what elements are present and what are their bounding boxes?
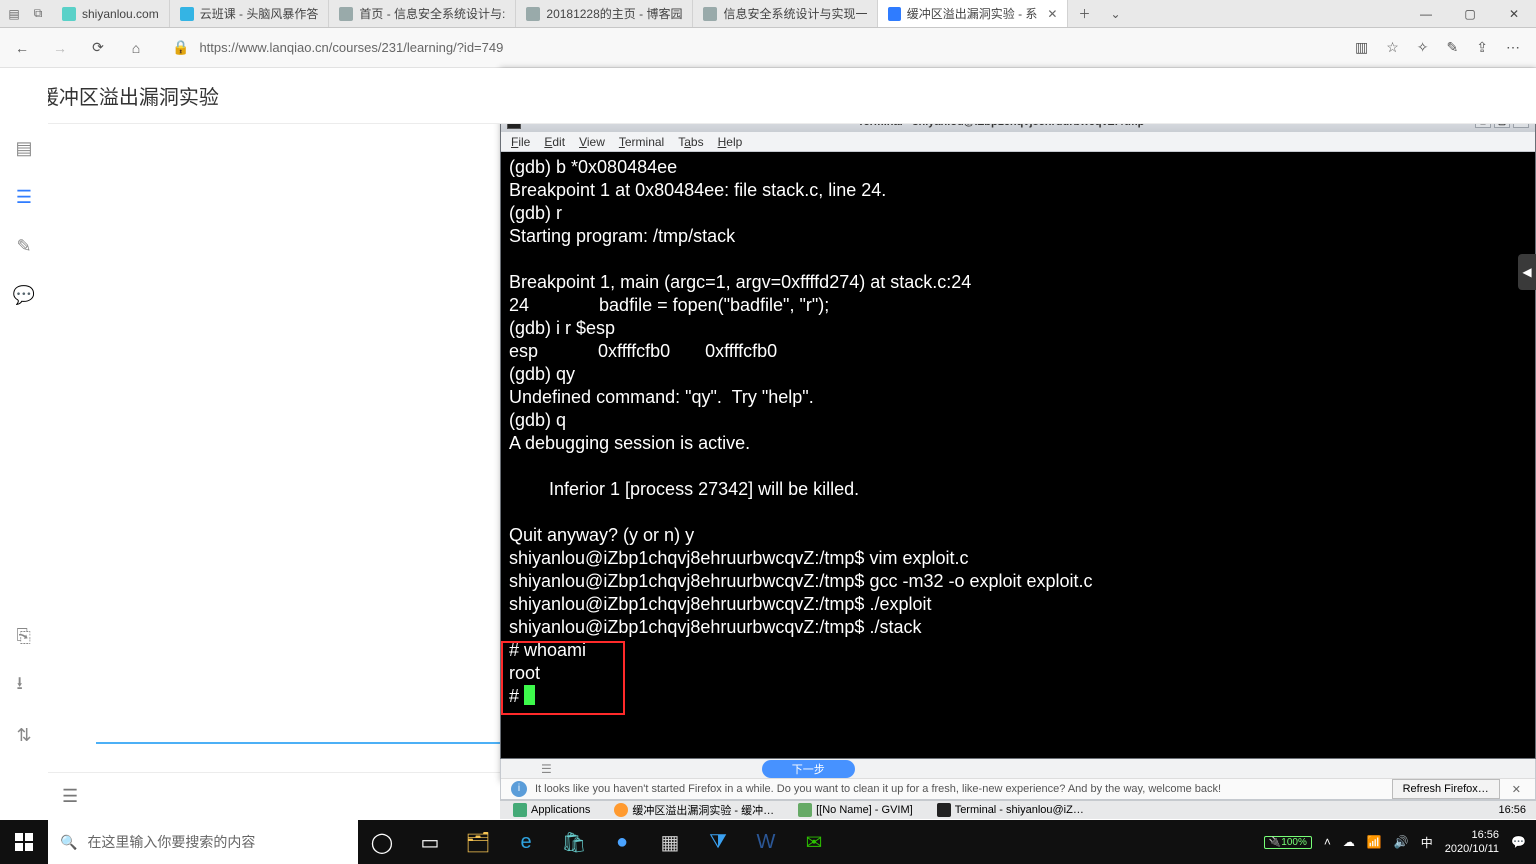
course-title: 缓冲区溢出漏洞实验 [39, 81, 219, 110]
applications-menu[interactable]: Applications [506, 802, 597, 818]
word-icon[interactable]: W [742, 820, 790, 864]
address-bar[interactable]: 🔒 https://www.lanqiao.cn/courses/231/lea… [162, 35, 1341, 60]
task-view-icon[interactable]: ◯ [358, 820, 406, 864]
terminal-body[interactable]: (gdb) b *0x080484ee Breakpoint 1 at 0x80… [501, 152, 1535, 758]
browser-tab[interactable]: shiyanlou.com [52, 0, 170, 27]
browser-tab[interactable]: 20181228的主页 - 博客园 [516, 0, 693, 27]
ime-indicator[interactable]: 中 [1421, 834, 1433, 851]
taskbar-item-terminal[interactable]: Terminal - shiyanlou@iZ… [930, 802, 1091, 818]
vscode-icon[interactable]: ⧩ [694, 820, 742, 864]
browser-tab[interactable]: 云班课 - 头脑风暴作答 [170, 0, 330, 27]
start-button[interactable] [0, 820, 48, 864]
browser-tab[interactable]: 信息安全系统设计与实现一 [693, 0, 878, 27]
info-icon: i [511, 781, 527, 797]
vm-window: 缓冲区溢出漏洞实验 - 缓冲区溢出漏洞实验 - 蓝桥 - Mozilla Fir… [500, 68, 1536, 782]
tab-dropdown[interactable]: ⌄ [1100, 7, 1130, 21]
back-button[interactable]: ← [10, 40, 34, 56]
menu-edit[interactable]: Edit [544, 135, 565, 149]
notifications-icon[interactable]: 💬 [1511, 835, 1526, 849]
browser-tab[interactable]: 首页 - 信息安全系统设计与: [329, 0, 516, 27]
tray-chevron-icon[interactable]: ˄ [1324, 835, 1331, 849]
new-tab-button[interactable]: ＋ [1068, 5, 1100, 22]
close-icon[interactable]: ✕ [1047, 7, 1057, 21]
windows-search[interactable]: 🔍 在这里输入你要搜索的内容 [48, 820, 358, 864]
wechat-icon[interactable]: ✉ [790, 820, 838, 864]
menu-terminal[interactable]: Terminal [619, 135, 664, 149]
course-header: ⌂ 缓冲区溢出漏洞实验 [0, 68, 1536, 124]
cloud-icon[interactable]: ☁ [1343, 835, 1355, 849]
nav-steps-icon[interactable]: ☰ [16, 187, 32, 208]
edge-sys-icon[interactable]: ▤ [6, 6, 22, 22]
notes-icon[interactable]: ✎ [1447, 39, 1459, 56]
maximize-button[interactable]: ▢ [1448, 7, 1492, 21]
menu-file[interactable]: File [511, 135, 530, 149]
windows-taskbar: 🔍 在这里输入你要搜索的内容 ◯ ▭ 🗂 e 🛍 ● ▦ ⧩ W ✉ 🔌100%… [0, 820, 1536, 864]
favorite-icon[interactable]: ☆ [1386, 39, 1399, 56]
nav-more-icon[interactable]: ⇅ [16, 725, 31, 746]
taskbar-app[interactable]: ▭ [406, 820, 454, 864]
refresh-button[interactable]: ⟳ [86, 39, 110, 56]
collapse-side-tab[interactable]: ◀ [1518, 254, 1536, 290]
menu-help[interactable]: Help [718, 135, 743, 149]
terminal-menubar: File Edit View Terminal Tabs Help [501, 132, 1535, 152]
system-tray: 🔌100% ˄ ☁ 📶 🔊 中 16:562020/10/11 💬 [1264, 820, 1536, 864]
browser-tab-strip: ▤ ⧉ shiyanlou.com 云班课 - 头脑风暴作答 首页 - 信息安全… [0, 0, 1536, 28]
lock-icon: 🔒 [172, 39, 189, 56]
app-icon[interactable]: ▦ [646, 820, 694, 864]
store-icon[interactable]: 🛍 [550, 820, 598, 864]
network-icon[interactable]: 📶 [1367, 835, 1382, 849]
app-icon[interactable]: ● [598, 820, 646, 864]
share-icon[interactable]: ⇪ [1476, 39, 1488, 56]
browser-toolbar: ← → ⟳ ⌂ 🔒 https://www.lanqiao.cn/courses… [0, 28, 1536, 68]
forward-button[interactable]: → [48, 40, 72, 56]
firefox-notification: i It looks like you haven't started Fire… [501, 778, 1535, 799]
battery-indicator[interactable]: 🔌100% [1264, 836, 1312, 849]
edge-icon[interactable]: e [502, 820, 550, 864]
refresh-firefox-button[interactable]: Refresh Firefox… [1392, 779, 1500, 799]
file-explorer-icon[interactable]: 🗂 [454, 820, 502, 864]
taskbar-clock[interactable]: 16:562020/10/11 [1445, 828, 1499, 856]
dismiss-notification[interactable]: ✕ [1508, 783, 1525, 796]
left-nav-rail: ▤ ☰ ✎ 💬 ⎘ ⭳ ⇅ [0, 68, 48, 820]
terminal-cursor [524, 685, 535, 705]
vm-taskbar: Applications 缓冲区溢出漏洞实验 - 缓冲… [[No Name] … [500, 800, 1536, 819]
reader-icon[interactable]: ▥ [1355, 39, 1368, 56]
taskbar-item-firefox[interactable]: 缓冲区溢出漏洞实验 - 缓冲… [607, 801, 781, 819]
vm-clock: 16:56 [1498, 804, 1530, 816]
taskbar-item-gvim[interactable]: [[No Name] - GVIM] [791, 802, 920, 818]
nav-chat-icon[interactable]: 💬 [13, 285, 35, 306]
home-button[interactable]: ⌂ [124, 40, 148, 56]
nav-feedback-icon[interactable]: ⎘ [16, 626, 31, 647]
minimize-button[interactable]: — [1404, 7, 1448, 21]
browser-tab-active[interactable]: 缓冲区溢出漏洞实验 - 系✕ [878, 0, 1068, 27]
footer-menu-icon[interactable]: ☰ [62, 786, 78, 807]
terminal-window: Terminal - shiyanlou@iZbp1chqvj8ehruurbw… [500, 110, 1536, 759]
favorites-bar-icon[interactable]: ✧ [1417, 39, 1429, 56]
menu-view[interactable]: View [579, 135, 605, 149]
next-step-button[interactable]: 下一步 [762, 760, 855, 778]
edge-sys-icon[interactable]: ⧉ [30, 6, 46, 22]
settings-icon[interactable]: ⋯ [1506, 39, 1520, 56]
close-button[interactable]: ✕ [1492, 7, 1536, 21]
nav-toc-icon[interactable]: ▤ [15, 138, 32, 159]
url-text: https://www.lanqiao.cn/courses/231/learn… [199, 40, 503, 55]
nav-edit-icon[interactable]: ✎ [16, 236, 31, 257]
menu-tabs[interactable]: Tabs [678, 135, 703, 149]
search-icon: 🔍 [60, 834, 77, 851]
volume-icon[interactable]: 🔊 [1394, 835, 1409, 849]
steps-icon[interactable]: ☰ [541, 762, 552, 776]
nav-download-icon[interactable]: ⭳ [16, 671, 31, 701]
firefox-bottom: ☰ 下一步 i It looks like you haven't starte… [500, 759, 1536, 800]
